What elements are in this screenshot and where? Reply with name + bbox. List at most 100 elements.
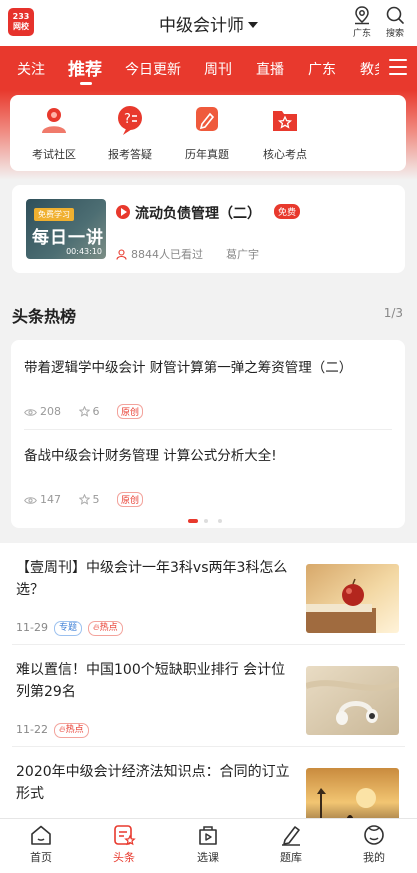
nav-label: 题库: [280, 851, 302, 864]
svg-text:?: ?: [124, 112, 131, 127]
qa-icon: ?: [113, 103, 147, 137]
article-title: 【壹周刊】中级会计一年3科vs两年3科怎么选？: [16, 560, 288, 598]
location-button[interactable]: 广东: [347, 5, 377, 39]
star-count[interactable]: 5: [78, 493, 100, 506]
featured-course-card[interactable]: 免费学习 每日一讲 00:43:10 流动负债管理（二） 免费 8844人已看过…: [12, 185, 405, 273]
quick-entry-label: 报考答疑: [108, 148, 152, 161]
view-count: 208: [24, 405, 61, 418]
nav-question-bank[interactable]: 题库: [261, 824, 321, 865]
video-duration: 00:43:10: [66, 247, 102, 256]
top-header: 233 网校 中级会计师 广东 搜索: [0, 0, 417, 46]
location-pin-icon: [355, 6, 369, 25]
search-icon: [386, 6, 404, 24]
article-meta: 11-22 🔥︎热点: [16, 723, 89, 738]
thumb-title: 每日一讲: [32, 228, 104, 248]
hot-list-page-indicator: 1/3: [383, 306, 403, 320]
eye-icon: [24, 409, 37, 416]
article-item[interactable]: 难以置信！中国100个短缺职业排行 会计位列第29名 11-22 🔥︎热点: [0, 645, 417, 747]
carousel-dot-active: [188, 519, 198, 523]
quick-entry-label: 考试社区: [32, 148, 76, 161]
category-tabs: 关注 推荐 今日更新 周刊 直播 广东 教务: [0, 46, 417, 90]
headlines-icon: [114, 825, 136, 846]
divider: [24, 429, 392, 430]
eye-icon: [24, 497, 37, 504]
quick-entry-qa[interactable]: ? 报考答疑: [95, 103, 165, 162]
article-date: 11-22: [16, 723, 48, 736]
thumb-free-tag: 免费学习: [34, 208, 74, 221]
article-meta: 11-29 专题 🔥︎热点: [16, 621, 123, 636]
course-title: 流动负债管理（二）: [135, 206, 261, 222]
hot-list-item[interactable]: 带着逻辑学中级会计 财管计算第一弹之筹资管理（二） 208 6 原创: [24, 356, 394, 419]
viewer-count: 8844人已看过: [116, 246, 203, 262]
search-button[interactable]: 搜索: [380, 5, 410, 39]
hot-tag-text: 热点: [65, 725, 84, 735]
carousel-dot: [204, 519, 208, 523]
view-count: 147: [24, 493, 61, 506]
article-date: 11-29: [16, 621, 48, 634]
article-item[interactable]: 【壹周刊】中级会计一年3科vs两年3科怎么选？ 11-29 专题 🔥︎热点: [0, 543, 417, 645]
star-count-text: 6: [92, 405, 100, 418]
article-feed: 【壹周刊】中级会计一年3科vs两年3科怎么选？ 11-29 专题 🔥︎热点 难以置信…: [0, 543, 417, 818]
hot-item-title: 带着逻辑学中级会计 财管计算第一弹之筹资管理（二）: [24, 360, 353, 376]
quick-entry-community[interactable]: 考试社区: [19, 103, 89, 162]
hot-tag: 🔥︎热点: [53, 723, 89, 738]
star-icon: [78, 493, 90, 505]
tab-recommended[interactable]: 推荐: [68, 55, 102, 80]
tab-weekly[interactable]: 周刊: [204, 59, 232, 79]
free-badge: 免费: [274, 204, 301, 219]
play-icon: [116, 205, 130, 219]
hot-list-heading: 头条热榜: [12, 307, 77, 326]
bottom-navigation: 首页 头条 选课 题库 我的: [0, 818, 417, 873]
tab-today-updates[interactable]: 今日更新: [125, 59, 181, 79]
tab-follow[interactable]: 关注: [17, 59, 45, 79]
question-bank-icon: [282, 826, 300, 846]
nav-label: 首页: [30, 851, 52, 864]
hot-tag-text: 热点: [99, 623, 118, 633]
teacher-name: 葛广宇: [226, 248, 259, 261]
quick-entry-past-papers[interactable]: 历年真题: [172, 103, 242, 162]
quick-entries: 考试社区 ? 报考答疑 历年真题 核心考点: [10, 95, 406, 171]
star-icon: [78, 405, 90, 417]
carousel-dot: [218, 519, 222, 523]
nav-courses[interactable]: 选课: [178, 824, 238, 865]
courses-icon: [199, 826, 217, 845]
nav-label: 头条: [113, 851, 135, 864]
course-thumbnail[interactable]: 免费学习 每日一讲 00:43:10: [26, 199, 106, 259]
active-tab-indicator: [80, 82, 92, 85]
nav-headlines[interactable]: 头条: [94, 824, 154, 865]
article-thumbnail: [306, 768, 399, 818]
hot-list-card: 带着逻辑学中级会计 财管计算第一弹之筹资管理（二） 208 6 原创 备战中级会…: [11, 340, 405, 528]
nav-profile[interactable]: 我的: [344, 824, 404, 865]
key-points-icon: [268, 103, 302, 137]
nav-home[interactable]: 首页: [11, 824, 71, 865]
profile-icon: [364, 825, 384, 845]
search-label: 搜索: [385, 29, 404, 39]
caret-down-icon: [248, 21, 258, 28]
nav-label: 选课: [197, 851, 219, 864]
hot-item-meta: 147 5 原创: [24, 492, 144, 507]
menu-icon[interactable]: [379, 46, 417, 90]
community-icon: [37, 103, 71, 137]
view-count-text: 147: [40, 493, 61, 506]
tab-guangdong[interactable]: 广东: [308, 59, 336, 79]
star-count-text: 5: [92, 493, 100, 506]
star-count[interactable]: 6: [78, 405, 100, 418]
hot-tag: 🔥︎热点: [87, 621, 123, 636]
quick-entry-key-points[interactable]: 核心考点: [250, 103, 320, 162]
article-thumbnail: [306, 564, 399, 633]
view-count-text: 208: [40, 405, 61, 418]
viewer-count-text: 8844人已看过: [131, 248, 203, 261]
hot-list-item[interactable]: 备战中级会计财务管理 计算公式分析大全! 147 5 原创: [24, 444, 394, 507]
nav-label: 我的: [363, 851, 385, 864]
fire-icon: 🔥︎: [92, 623, 100, 633]
location-label: 广东: [352, 29, 371, 39]
fire-icon: 🔥︎: [58, 725, 66, 735]
article-item[interactable]: 2020年中级会计经济法知识点：合同的订立形式: [0, 747, 417, 818]
page-title: 中级会计师: [159, 16, 244, 36]
article-title: 2020年中级会计经济法知识点：合同的订立形式: [16, 764, 290, 802]
person-icon: [116, 249, 127, 260]
tab-live[interactable]: 直播: [256, 59, 284, 79]
quick-entry-label: 历年真题: [185, 148, 229, 161]
article-thumbnail: [306, 666, 399, 735]
topic-tag: 专题: [53, 621, 82, 636]
